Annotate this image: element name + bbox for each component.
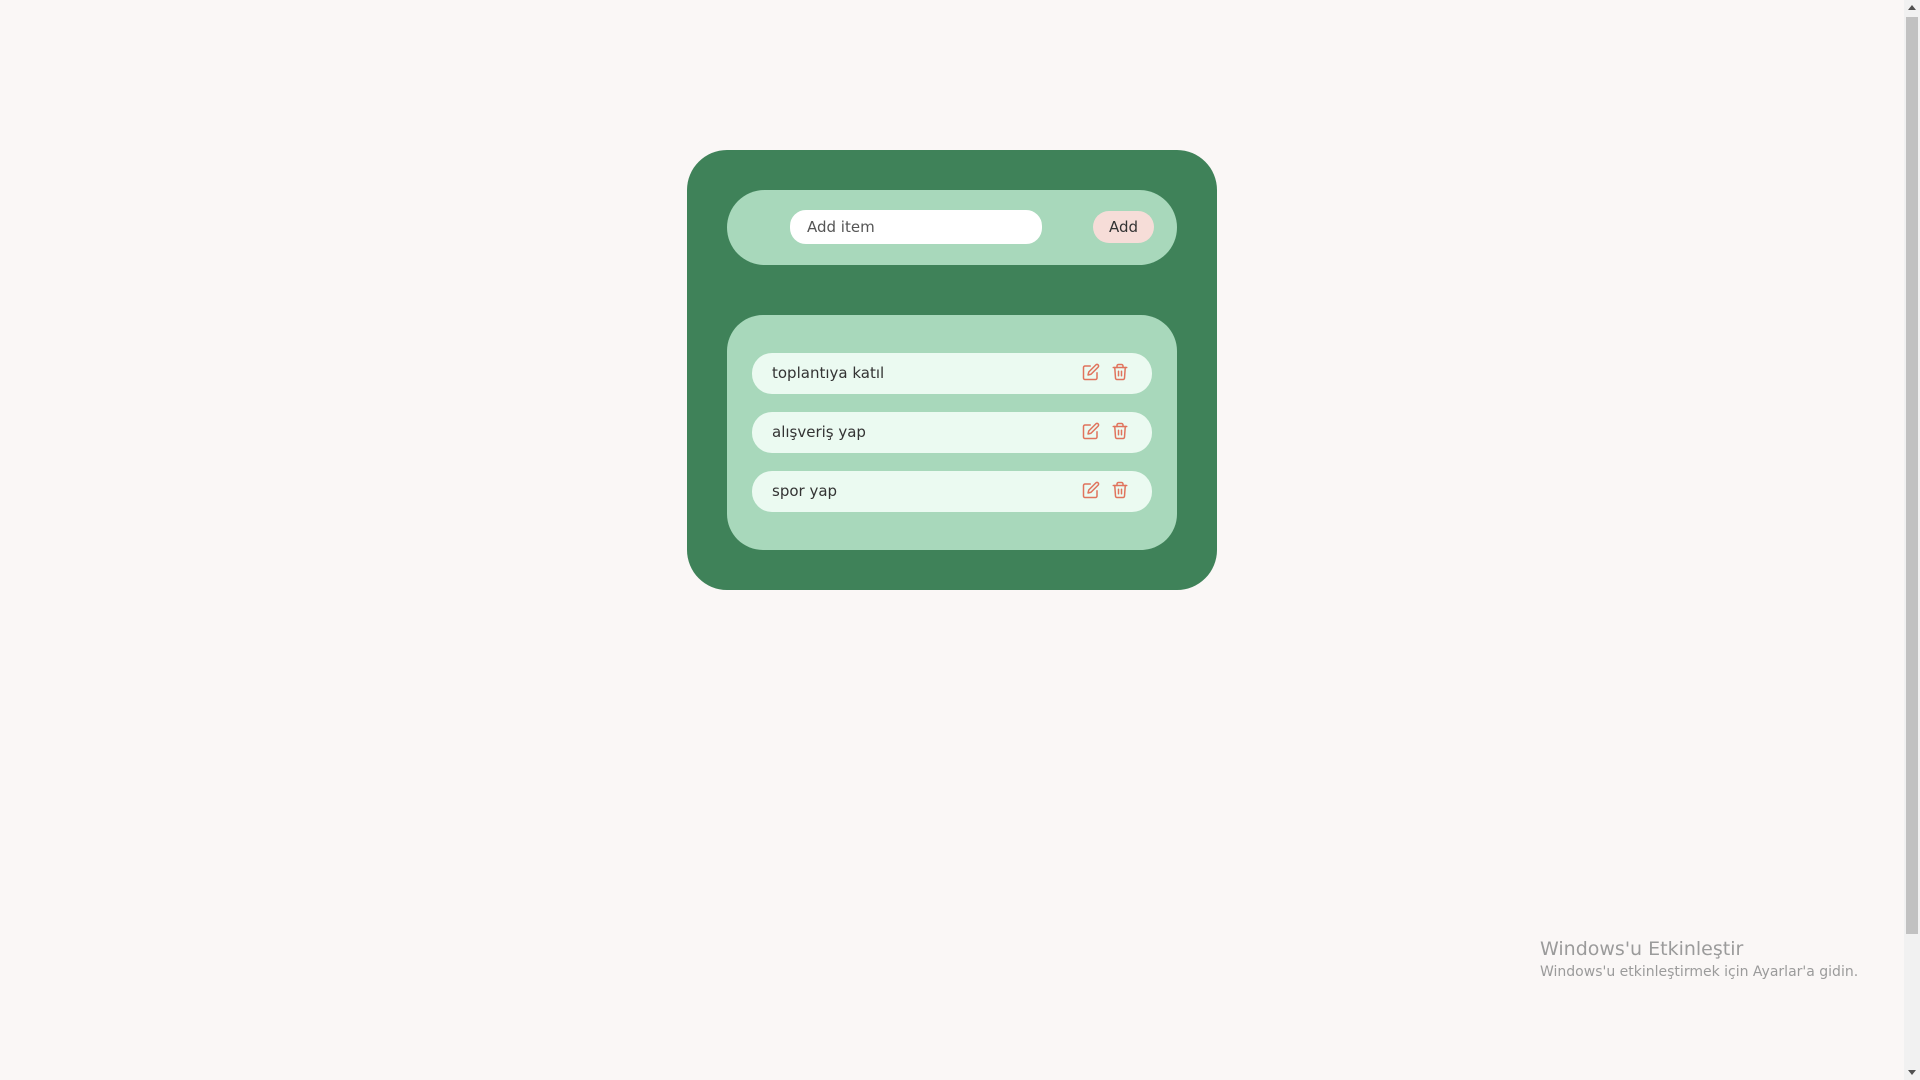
edit-icon[interactable] [1082, 481, 1102, 501]
activation-title: Windows'u Etkinleştir [1540, 938, 1744, 960]
todo-text: toplantıya katıl [772, 364, 885, 382]
add-item-form: Add [727, 190, 1177, 265]
todo-item: alışveriş yap [752, 412, 1152, 453]
todo-item: spor yap [752, 471, 1152, 512]
scroll-down-arrow-icon[interactable] [1908, 1070, 1916, 1075]
windows-activation-watermark: Windows'u Etkinleştir Windows'u etkinleş… [1540, 938, 1858, 980]
add-button[interactable]: Add [1093, 211, 1154, 243]
todo-card: Add toplantıya katıl [687, 150, 1217, 590]
todo-item: toplantıya katıl [752, 353, 1152, 394]
scroll-up-arrow-icon[interactable] [1908, 5, 1916, 10]
trash-icon[interactable] [1111, 422, 1131, 442]
activation-subtitle: Windows'u etkinleştirmek için Ayarlar'a … [1540, 964, 1859, 980]
trash-icon[interactable] [1111, 481, 1131, 501]
todo-list: toplantıya katıl alışveriş yap spor yap [752, 353, 1152, 530]
add-item-input[interactable] [790, 210, 1042, 244]
page-viewport: Add toplantıya katıl [0, 0, 1904, 1080]
todo-list-panel: toplantıya katıl alışveriş yap spor yap [727, 315, 1177, 550]
trash-icon[interactable] [1111, 363, 1131, 383]
todo-text: spor yap [772, 482, 838, 500]
edit-icon[interactable] [1082, 422, 1102, 442]
scrollbar-thumb[interactable] [1906, 17, 1918, 934]
todo-text: alışveriş yap [772, 423, 866, 441]
edit-icon[interactable] [1082, 363, 1102, 383]
vertical-scrollbar[interactable] [1904, 0, 1920, 1080]
